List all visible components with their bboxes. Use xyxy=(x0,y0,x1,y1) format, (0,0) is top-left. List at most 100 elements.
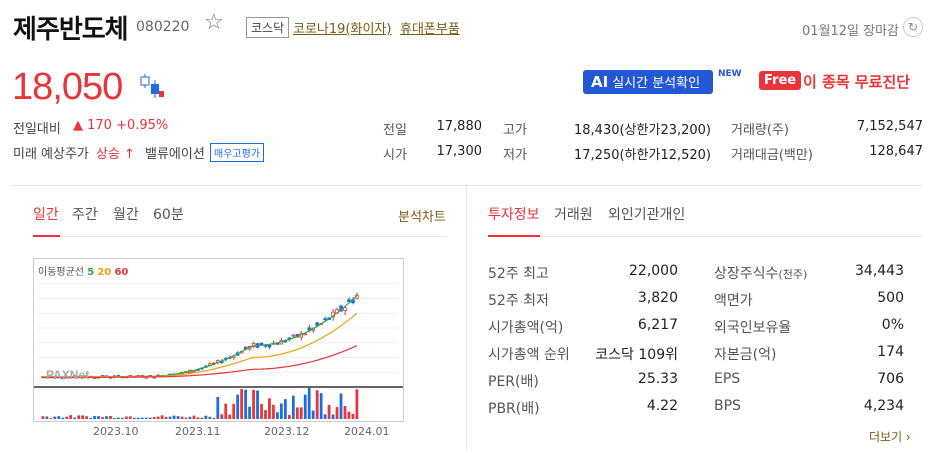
analysis-chart-link[interactable]: 분석차트 xyxy=(398,206,446,225)
change-value: ▲ 170 +0.95% xyxy=(73,118,169,133)
volume-bar xyxy=(276,412,279,419)
price-chart-svg: 20,00017,50015,00012,50010,0007,5005,000… xyxy=(34,280,440,419)
volume-bar xyxy=(347,411,351,419)
candle-chart-icon[interactable] xyxy=(139,74,165,100)
star-icon[interactable]: ☆ xyxy=(204,12,224,34)
volume-bar xyxy=(164,416,168,419)
volume-bar xyxy=(136,417,140,419)
volume-bar xyxy=(73,417,77,419)
chart-tab-indicator xyxy=(33,235,60,237)
info-label: 외국인보유율 xyxy=(714,320,792,336)
volume-bar xyxy=(327,404,331,419)
open-label: 시가 xyxy=(383,148,407,163)
info-value: 22,000 xyxy=(629,263,678,279)
current-price: 18,050 xyxy=(12,66,123,108)
chart-candles xyxy=(41,292,359,380)
volume-bar xyxy=(184,417,188,419)
volume-bar xyxy=(283,399,287,419)
volume-bar xyxy=(280,403,283,419)
tab-monthly[interactable]: 월간 xyxy=(113,204,139,224)
theme-link-covid[interactable]: 코로나19(화이자) xyxy=(293,18,391,37)
volume-bar xyxy=(172,415,176,419)
legend-label: 이동평균선 xyxy=(38,267,84,278)
volume-bar xyxy=(315,390,319,419)
candle-body xyxy=(307,327,312,331)
candle-body xyxy=(267,344,272,348)
tab-daily[interactable]: 일간 xyxy=(33,204,59,224)
tab-investor-type[interactable]: 외인기관개인 xyxy=(608,204,685,224)
x-tick-3: 2024.01 xyxy=(344,425,390,438)
theme-link-phone[interactable]: 휴대폰부품 xyxy=(400,18,460,37)
volume-bar xyxy=(307,387,311,419)
volume-bar xyxy=(323,414,327,419)
volume-bar xyxy=(81,415,85,419)
ai-analysis-button[interactable]: AI 실시간 분석확인 xyxy=(583,70,713,94)
forecast-value[interactable]: 상승 ↑ xyxy=(96,143,135,162)
info-value: 6,217 xyxy=(637,317,678,333)
volume-bar xyxy=(339,393,343,419)
ai-label: 실시간 분석확인 xyxy=(612,76,701,91)
volume-bar xyxy=(65,416,69,419)
info-value: 706 xyxy=(877,371,904,387)
volume-bar xyxy=(272,404,275,419)
market-badge: 코스닥 xyxy=(246,17,290,38)
volume-bar xyxy=(264,410,267,419)
volume-bar xyxy=(220,414,224,419)
tab-brokers[interactable]: 거래원 xyxy=(554,204,593,224)
more-link[interactable]: 더보기 › xyxy=(869,428,911,445)
info-value: 500 xyxy=(877,290,904,306)
free-badge[interactable]: Free xyxy=(759,71,802,90)
stock-name: 제주반도체 xyxy=(13,15,129,45)
high-label: 고가 xyxy=(503,123,527,138)
volume-bar xyxy=(244,389,247,419)
volume-bar xyxy=(343,406,347,419)
prev-label: 전일 xyxy=(383,123,407,138)
tab-weekly[interactable]: 주간 xyxy=(72,204,98,224)
price-chart[interactable]: 20,00017,50015,00012,50010,0007,5005,000… xyxy=(33,258,440,422)
volume-bar xyxy=(101,417,104,419)
volume-bar xyxy=(121,417,124,419)
volume-bar xyxy=(45,416,49,419)
volume-bar xyxy=(128,416,132,419)
candle-body xyxy=(291,334,296,337)
ai-prefix: AI xyxy=(591,73,609,91)
info-value: 0% xyxy=(881,317,904,333)
volume-bar xyxy=(156,416,160,419)
volume-bar xyxy=(331,414,335,419)
volume-bar xyxy=(287,414,291,419)
legend-ma60: 60 xyxy=(114,267,129,278)
volume-bar xyxy=(109,415,112,419)
volume-bar xyxy=(248,406,251,419)
info-label: 액면가 xyxy=(714,293,753,309)
valuation-label: 밸류에이션 xyxy=(145,147,205,162)
column-divider xyxy=(466,185,467,451)
valuation-badge[interactable]: 매우고평가 xyxy=(210,143,264,162)
closing-status: 01월12일 장마감 xyxy=(802,24,900,39)
x-tick-0: 2023.10 xyxy=(93,425,139,438)
tab-60min[interactable]: 60분 xyxy=(153,204,184,224)
volume-bar xyxy=(256,390,259,419)
volume-bar xyxy=(224,403,228,419)
volume-bar xyxy=(236,394,240,419)
volume-value: 7,152,547 xyxy=(856,119,923,134)
volume-bar xyxy=(252,389,255,419)
info-label: 자본금(억) xyxy=(714,347,777,363)
change-label: 전일대비 xyxy=(13,122,61,137)
volume-bar xyxy=(132,417,136,419)
high-value: 18,430(상한가23,200) xyxy=(574,123,711,138)
low-label: 저가 xyxy=(503,148,527,163)
info-tab-indicator xyxy=(488,235,540,237)
volume-bar xyxy=(355,389,359,419)
tab-invest-info[interactable]: 투자정보 xyxy=(488,204,540,224)
info-label-unit: (천주) xyxy=(778,268,808,281)
volume-bar xyxy=(49,417,53,419)
free-diagnosis-link[interactable]: 이 종목 무료진단 xyxy=(803,71,910,92)
volume-bar xyxy=(188,416,192,419)
refresh-icon[interactable]: ↻ xyxy=(903,17,923,37)
candle-body xyxy=(323,318,327,321)
volume-bar xyxy=(113,417,116,419)
volume-bar xyxy=(228,414,232,419)
chart-legend: 이동평균선 5 20 60 xyxy=(38,263,128,278)
section-divider xyxy=(12,185,922,186)
volume-bar xyxy=(311,410,315,419)
